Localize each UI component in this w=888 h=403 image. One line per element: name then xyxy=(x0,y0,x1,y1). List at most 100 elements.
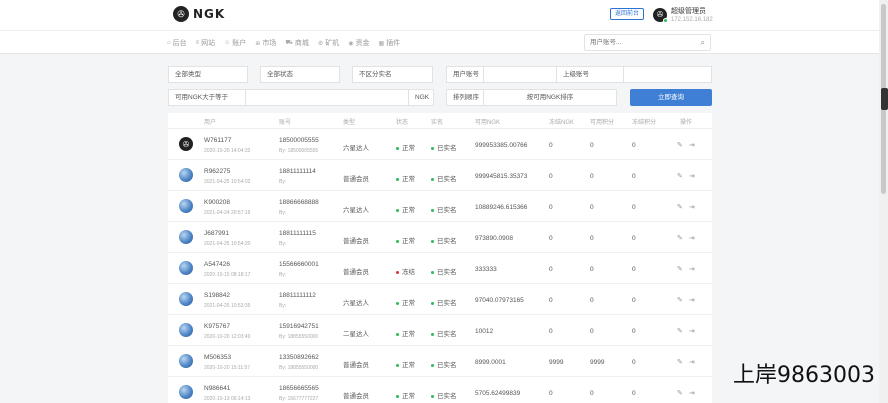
member-type: 普通会员 xyxy=(343,176,369,183)
nav-item-3[interactable]: ⊕ 市场 xyxy=(255,38,276,48)
table-row[interactable]: ✇ W761177 2020-10-20 14:04:32 18500005555 By… xyxy=(168,129,712,160)
nav-item-6[interactable]: ◉ 资金 xyxy=(348,38,369,48)
avatar xyxy=(179,230,193,244)
realname-text: 已实名 xyxy=(437,331,457,338)
realname-text: 已实名 xyxy=(437,269,457,276)
logo[interactable]: ✇ NGK xyxy=(173,6,225,22)
account: 15566660001 xyxy=(279,261,319,268)
member-type: 二星达人 xyxy=(343,331,369,338)
globe-icon: ⊕ xyxy=(255,40,261,47)
login-icon[interactable]: ⇥ xyxy=(689,265,695,273)
ngk-gte-input[interactable] xyxy=(245,89,409,106)
search-icon[interactable]: ⌕ xyxy=(701,38,705,48)
realname-dot-icon xyxy=(431,363,434,367)
query-button[interactable]: 立即查询 xyxy=(630,89,712,106)
status-dot-icon xyxy=(396,146,399,150)
status-select[interactable]: 全部状态 xyxy=(260,66,340,83)
avatar xyxy=(179,292,193,306)
frozen-points: 0 xyxy=(632,204,636,211)
sort-select[interactable]: 按可用NGK排序 xyxy=(483,89,617,106)
available-ngk: 5705.62499839 xyxy=(475,390,521,397)
realname-select[interactable]: 不区分实名 xyxy=(352,66,433,83)
login-icon[interactable]: ⇥ xyxy=(689,234,695,242)
edit-icon[interactable]: ✎ xyxy=(677,172,683,180)
nav-item-5[interactable]: ⚙ 矿机 xyxy=(318,38,339,48)
nav-item-2[interactable]: ☺ 账户 xyxy=(224,38,246,48)
available-ngk: 999953385.00766 xyxy=(475,142,528,149)
parent-account-input[interactable] xyxy=(623,66,712,83)
frozen-points: 0 xyxy=(632,266,636,273)
gear-icon: ⚙ xyxy=(317,40,324,47)
status-dot-icon xyxy=(396,208,399,212)
user-menu[interactable]: ✇ 超级管理员 172.152.16.182 xyxy=(653,6,713,23)
realname-text: 已实名 xyxy=(437,362,457,369)
referrer: By: 18500005555 xyxy=(279,148,319,154)
login-icon[interactable]: ⇥ xyxy=(689,327,695,335)
type-select[interactable]: 全部类型 xyxy=(168,66,248,83)
available-ngk: 973890.0908 xyxy=(475,235,513,242)
ngk-unit-label: NGK xyxy=(408,89,434,106)
table-row[interactable]: J687991 2021-04-25 10:54:20 18811111115 By:… xyxy=(168,222,712,253)
edit-icon[interactable]: ✎ xyxy=(677,203,683,211)
edit-icon[interactable]: ✎ xyxy=(677,265,683,273)
register-time: 2020-10-20 15:11:57 xyxy=(204,365,251,371)
table-row[interactable]: N986641 2020-10-13 06:14:13 18656665565 By:… xyxy=(168,377,712,403)
nav-item-0[interactable]: ⌂ 后台 xyxy=(167,38,187,48)
row-actions: ✎ ⇥ xyxy=(677,389,695,397)
users-icon: ☺ xyxy=(224,40,231,46)
frozen-points: 0 xyxy=(632,328,636,335)
table-row[interactable]: M506353 2020-10-20 15:11:57 13350892662 By:… xyxy=(168,346,712,377)
login-icon[interactable]: ⇥ xyxy=(689,203,695,211)
nav-item-1[interactable]: ≡ 网站 xyxy=(196,38,216,48)
user-avatar: ✇ xyxy=(653,7,668,23)
nav-bar: ⌂后台 ≡网站 ☺账户 ⊕市场 ⛟商城 ⚙矿机 ◉资金 ▦插件 ⌕ xyxy=(0,30,879,54)
status-badge: 正常 xyxy=(396,173,415,183)
available-points: 0 xyxy=(590,390,594,397)
edit-icon[interactable]: ✎ xyxy=(677,234,683,242)
available-points: 0 xyxy=(590,235,594,242)
status-badge: 正常 xyxy=(396,142,415,152)
back-to-frontend-button[interactable]: 返回前台 xyxy=(610,8,645,20)
user-id: W761177 xyxy=(204,137,232,144)
edit-icon[interactable]: ✎ xyxy=(677,141,683,149)
status-badge: 正常 xyxy=(396,359,415,369)
table-row[interactable]: S198842 2021-04-25 10:53:35 18811111112 By:… xyxy=(168,284,712,315)
login-icon[interactable]: ⇥ xyxy=(689,389,695,397)
frozen-points: 0 xyxy=(632,142,636,149)
status-text: 冻结 xyxy=(402,269,415,276)
search-input[interactable] xyxy=(590,35,690,50)
frozen-ngk: 0 xyxy=(549,328,553,335)
referrer: By: xyxy=(279,241,287,247)
register-time: 2021-04-24 20:57:19 xyxy=(204,210,251,216)
nav-item-label: 资金 xyxy=(355,40,370,47)
login-icon[interactable]: ⇥ xyxy=(689,358,695,366)
realname-dot-icon xyxy=(431,332,434,336)
user-id: J687991 xyxy=(204,230,229,237)
edit-icon[interactable]: ✎ xyxy=(677,358,683,366)
account: 15916942751 xyxy=(279,323,319,330)
edit-icon[interactable]: ✎ xyxy=(677,389,683,397)
side-handle[interactable] xyxy=(881,88,888,110)
frozen-ngk: 0 xyxy=(549,266,553,273)
available-ngk: 10889246.615366 xyxy=(475,204,528,211)
nav-item-7[interactable]: ▦ 插件 xyxy=(379,38,401,48)
edit-icon[interactable]: ✎ xyxy=(677,327,683,335)
edit-icon[interactable]: ✎ xyxy=(677,296,683,304)
row-actions: ✎ ⇥ xyxy=(677,358,695,366)
table-row[interactable]: K900208 2021-04-24 20:57:19 18866668888 By:… xyxy=(168,191,712,222)
frozen-ngk: 0 xyxy=(549,390,553,397)
login-icon[interactable]: ⇥ xyxy=(689,296,695,304)
realname-text: 已实名 xyxy=(437,207,457,214)
table-row[interactable]: R962275 2021-04-25 10:54:02 18811111114 By:… xyxy=(168,160,712,191)
status-text: 正常 xyxy=(402,145,415,152)
nav-item-4[interactable]: ⛟ 商城 xyxy=(285,38,309,48)
table-row[interactable]: K975767 2020-10-20 12:03:49 15916942751 By:… xyxy=(168,315,712,346)
login-icon[interactable]: ⇥ xyxy=(689,172,695,180)
register-time: 2021-04-25 10:54:02 xyxy=(204,179,251,185)
referrer: By: 15677777227 xyxy=(279,396,319,402)
realname-badge: 已实名 xyxy=(431,390,457,400)
login-icon[interactable]: ⇥ xyxy=(689,141,695,149)
referrer: By: 18855550000 xyxy=(279,334,319,340)
available-points: 0 xyxy=(590,266,594,273)
table-row[interactable]: A547426 2020-10-15 08:18:17 15566660001 By:… xyxy=(168,253,712,284)
